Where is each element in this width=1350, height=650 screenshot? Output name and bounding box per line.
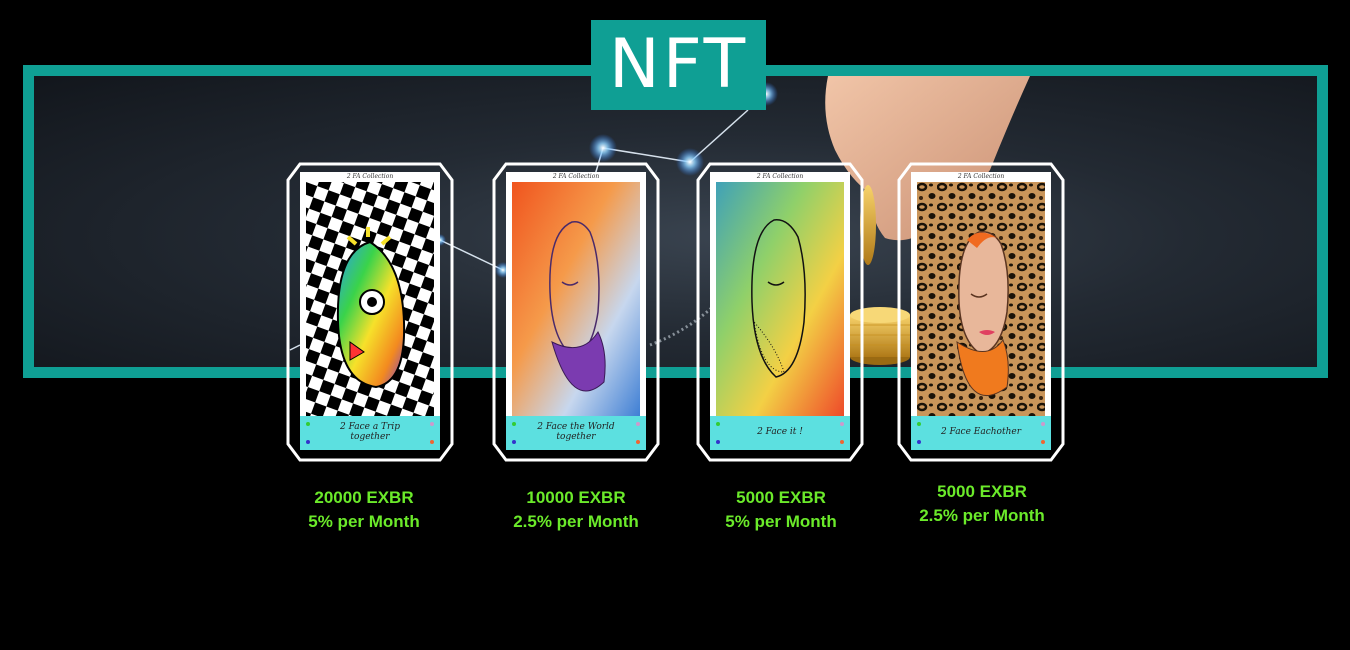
corner-dot [306, 422, 310, 426]
collection-label: 2 FA Collection [756, 173, 804, 180]
corner-dot [636, 440, 640, 444]
price-block-4: 5000 EXBR 2.5% per Month [882, 480, 1082, 528]
corner-dot [636, 422, 640, 426]
price-block-1: 20000 EXBR 5% per Month [264, 486, 464, 534]
nft-card-4[interactable]: 2 FA Collection 2 Face Eachother [897, 162, 1065, 462]
card-face: 2 FA Collection 2 Face it ! [710, 172, 850, 450]
nft-title: NFT [608, 25, 749, 104]
corner-dot [840, 422, 844, 426]
corner-dot [716, 422, 720, 426]
corner-dot [512, 422, 516, 426]
collection-label: 2 FA Collection [346, 173, 394, 180]
price-block-2: 10000 EXBR 2.5% per Month [476, 486, 676, 534]
price-block-3: 5000 EXBR 5% per Month [681, 486, 881, 534]
corner-dot [306, 440, 310, 444]
nft-artwork-image [716, 182, 844, 416]
caption-strip: 2 Face a Trip together [300, 416, 440, 450]
banner-frame [23, 65, 1328, 378]
caption-strip: 2 Face Eachother [911, 416, 1051, 450]
price-rate: 5% per Month [308, 512, 420, 531]
price-rate: 5% per Month [725, 512, 837, 531]
price-amount: 5000 EXBR [736, 488, 826, 507]
card-caption: 2 Face the World together [537, 422, 615, 442]
card-caption: 2 Face it ! [757, 427, 803, 438]
price-amount: 10000 EXBR [526, 488, 626, 507]
nft-card-1[interactable]: 2 FA Collection 2 Face a Trip together [286, 162, 454, 462]
corner-dot [512, 440, 516, 444]
nft-card-3[interactable]: 2 FA Collection 2 Face it ! [696, 162, 864, 462]
price-amount: 20000 EXBR [314, 488, 414, 507]
corner-dot [1041, 422, 1045, 426]
nft-card-2[interactable]: 2 FA Collection 2 Face the World togethe… [492, 162, 660, 462]
nft-artwork-image [306, 182, 434, 416]
card-caption: 2 Face a Trip together [340, 422, 400, 442]
card-face: 2 FA Collection 2 Face Eachother [911, 172, 1051, 450]
card-caption: 2 Face Eachother [940, 427, 1022, 438]
price-rate: 2.5% per Month [919, 506, 1045, 525]
corner-dot [917, 422, 921, 426]
corner-dot [430, 422, 434, 426]
corner-dot [917, 440, 921, 444]
corner-dot [716, 440, 720, 444]
corner-dot [430, 440, 434, 444]
collection-label: 2 FA Collection [957, 173, 1005, 180]
collection-label: 2 FA Collection [552, 173, 600, 180]
caption-strip: 2 Face the World together [506, 416, 646, 450]
nft-artwork-image [917, 182, 1045, 416]
nft-artwork-image [512, 182, 640, 416]
card-face: 2 FA Collection 2 Face a Trip together [300, 172, 440, 450]
corner-dot [840, 440, 844, 444]
corner-dot [1041, 440, 1045, 444]
nft-title-box: NFT [591, 20, 766, 110]
price-rate: 2.5% per Month [513, 512, 639, 531]
card-face: 2 FA Collection 2 Face the World togethe… [506, 172, 646, 450]
caption-strip: 2 Face it ! [710, 416, 850, 450]
price-amount: 5000 EXBR [937, 482, 1027, 501]
